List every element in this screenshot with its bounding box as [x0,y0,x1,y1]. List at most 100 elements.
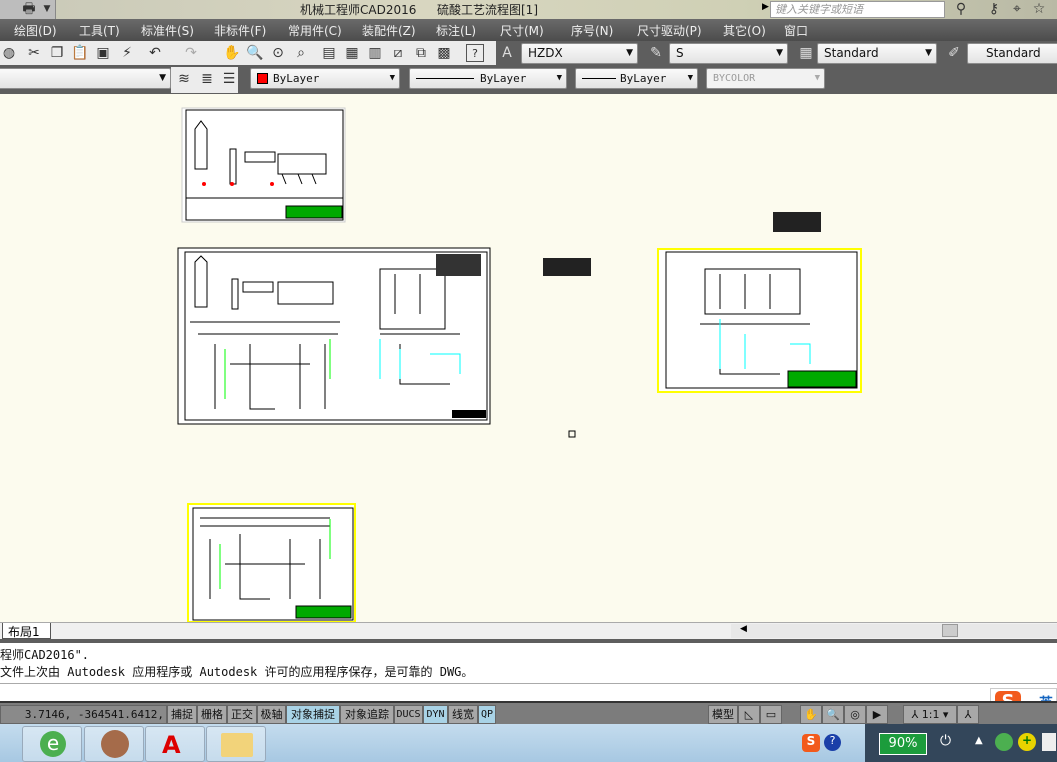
color-value: ByLayer [273,72,320,85]
properties-icon[interactable]: ▤ [320,44,338,62]
horizontal-scrollbar[interactable]: ◀ [731,624,1057,638]
power-plug-icon[interactable]: ⏻ [940,733,951,749]
menu-nonstandard-parts[interactable]: 非标件(F) [214,22,266,39]
drawing-canvas[interactable] [0,94,1057,623]
menu-annotate[interactable]: 标注(L) [436,22,476,39]
command-input[interactable] [0,683,1057,684]
annotation-icon: ⅄ [911,708,922,721]
taskbar-app[interactable] [84,726,144,762]
toggle-ducs[interactable]: DUCS [394,705,423,724]
toggle-osnap[interactable]: 对象捕捉 [286,705,340,724]
menu-standard-parts[interactable]: 标准件(S) [141,22,194,39]
table-style-value: Standard [824,46,879,60]
scroll-thumb[interactable] [942,624,958,637]
multileader-style-icon[interactable]: ✐ [945,44,963,62]
pan-icon[interactable]: ✋ [800,705,822,724]
cut-icon[interactable]: ✂ [25,44,43,62]
menu-tools[interactable]: 工具(T) [79,22,120,39]
markup-icon[interactable]: ⧉ [412,44,430,62]
show-hidden-icons[interactable]: ▲ [975,735,983,746]
lineweight-select[interactable]: ByLayer ▼ [575,68,698,89]
menu-other[interactable]: 其它(O) [723,22,766,39]
block-editor-icon[interactable]: ⚡ [118,44,136,62]
toggle-polar[interactable]: 极轴 [257,705,286,724]
drawing-sheet-4 [187,503,356,623]
menu-dimension-drive[interactable]: 尺寸驱动(P) [637,22,702,39]
dim-style-select[interactable]: S ▼ [669,43,788,64]
copy-icon[interactable]: ❐ [48,44,66,62]
satellite-icon[interactable]: ⌖ [1008,0,1026,18]
design-center-icon[interactable]: ▦ [343,44,361,62]
showmotion-icon[interactable]: ▶ [866,705,888,724]
toggle-lineweight[interactable]: 线宽 [448,705,478,724]
layer-select[interactable]: ▼ [0,68,171,89]
redo-icon[interactable]: ↷ [182,44,200,62]
table-style-select[interactable]: Standard ▼ [817,43,937,64]
taskbar-explorer[interactable] [206,726,266,762]
avatar-icon [101,730,129,758]
annotation-scale[interactable]: ⅄ 1:1 ▾ [903,705,957,724]
toggle-otrack[interactable]: 对象追踪 [340,705,394,724]
menu-assembly[interactable]: 装配件(Z) [362,22,416,39]
tool-palettes-icon[interactable]: ▥ [366,44,384,62]
toggle-ortho[interactable]: 正交 [227,705,257,724]
text-style-select[interactable]: HZDX ▼ [521,43,638,64]
tray-app-icon[interactable] [995,733,1013,751]
key-icon[interactable]: ⚷ [985,0,1003,18]
layout1-icon[interactable]: ◺ [738,705,760,724]
expand-icon[interactable]: ▶ [762,2,769,12]
print-icon[interactable]: 🖶 [20,0,38,18]
layout-tab-bar: 布局1 ◀ [0,622,1057,639]
taskbar-ie[interactable]: e [22,726,82,762]
multileader-style-select[interactable]: Standard [967,43,1057,64]
battery-indicator[interactable]: 90% [879,733,927,755]
paste-icon[interactable]: 📋 [71,44,89,62]
toggle-snap[interactable]: 捕捉 [167,705,197,724]
star-icon[interactable]: ☆ [1030,0,1048,18]
calculator-icon[interactable]: ▩ [435,44,453,62]
toggle-dyn[interactable]: DYN [423,705,448,724]
model-button[interactable]: 模型 [708,705,738,724]
annotation-visibility-icon[interactable]: ⅄ [957,705,979,724]
help-icon[interactable]: ? [466,44,484,62]
scroll-left-icon[interactable]: ◀ [740,624,747,634]
layer-manager-icon[interactable]: ≋ [175,70,193,88]
menu-draw[interactable]: 绘图(D) [14,22,57,39]
plot-style-select[interactable]: BYCOLOR ▼ [706,68,825,89]
sheet-set-icon[interactable]: ⧄ [389,44,407,62]
linetype-select[interactable]: ByLayer ▼ [409,68,567,89]
tab-layout1[interactable]: 布局1 [2,623,51,639]
zoom-icon[interactable]: 🔍 [822,705,844,724]
dim-style-icon[interactable]: ✎ [647,44,665,62]
dropdown-icon[interactable]: ▼ [38,0,56,18]
steering-wheel-icon[interactable]: ◎ [844,705,866,724]
toggle-qp[interactable]: QP [478,705,496,724]
zoom-window-icon[interactable]: ⊙ [269,44,287,62]
menu-common-parts[interactable]: 常用件(C) [288,22,342,39]
color-select[interactable]: ByLayer ▼ [250,68,400,89]
pan-icon[interactable]: ✋ [223,44,241,62]
sogou-tray-icon[interactable]: S [802,734,820,752]
grip-square [568,430,576,438]
undo-icon[interactable]: ↶ [146,44,164,62]
taskbar-autocad[interactable]: A [145,726,205,762]
binoculars-icon[interactable]: ⚲ [952,0,970,18]
search-input[interactable]: 键入关键字或短语 [770,1,945,18]
globe-icon[interactable]: ◍ [0,44,18,62]
layout2-icon[interactable]: ▭ [760,705,782,724]
zoom-realtime-icon[interactable]: 🔍 [246,44,264,62]
menu-dimension[interactable]: 尺寸(M) [500,22,544,39]
table-style-icon[interactable]: ▦ [797,44,815,62]
menu-balloon[interactable]: 序号(N) [571,22,613,39]
layer-states-icon[interactable]: ☰ [220,70,238,88]
zoom-previous-icon[interactable]: ⌕ [292,44,310,62]
command-window[interactable]: 程师CAD2016". 文件上次由 Autodesk 应用程序或 Autodes… [0,639,1057,718]
text-style-icon[interactable]: A [498,44,516,62]
toggle-grid[interactable]: 栅格 [197,705,227,724]
match-properties-icon[interactable]: ▣ [94,44,112,62]
menu-window[interactable]: 窗口 [784,22,808,39]
tray-plus-icon[interactable]: + [1018,733,1036,751]
layer-previous-icon[interactable]: ≣ [198,70,216,88]
tray-device-icon[interactable] [1042,733,1056,751]
help-tray-icon[interactable]: ? [824,734,841,751]
